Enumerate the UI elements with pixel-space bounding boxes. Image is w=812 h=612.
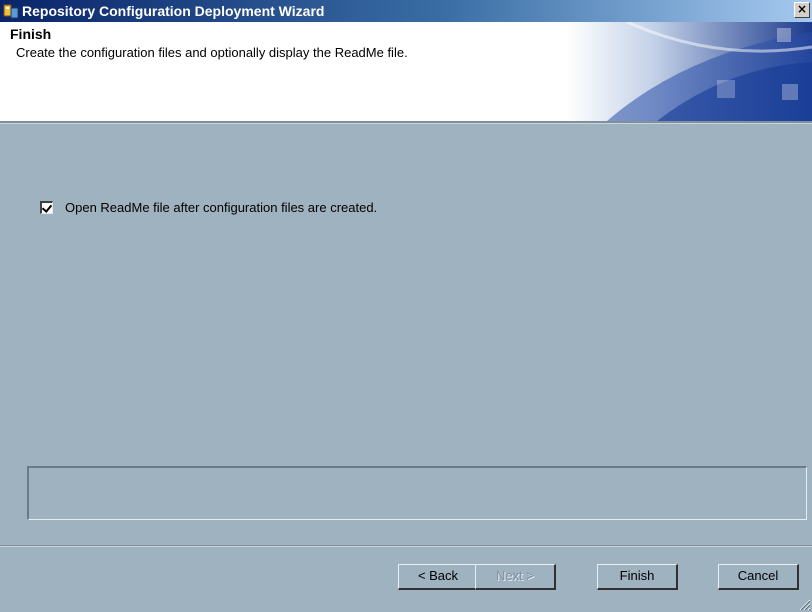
wizard-header: Finish Create the configuration files an… — [0, 22, 812, 121]
page-title: Finish — [10, 26, 52, 42]
open-readme-label[interactable]: Open ReadMe file after configuration fil… — [65, 200, 377, 215]
wizard-app-icon — [3, 3, 19, 19]
back-button[interactable]: < Back — [398, 564, 479, 590]
open-readme-checkbox[interactable] — [40, 201, 53, 214]
header-divider — [0, 121, 812, 124]
close-icon: × — [796, 2, 808, 16]
finish-button[interactable]: Finish — [597, 564, 678, 590]
next-button[interactable]: Next > — [475, 564, 556, 590]
cancel-button[interactable]: Cancel — [718, 564, 799, 590]
close-button[interactable]: × — [794, 2, 810, 18]
window-title: Repository Configuration Deployment Wiza… — [22, 3, 325, 19]
resize-grip-icon[interactable] — [799, 599, 811, 611]
title-bar: Repository Configuration Deployment Wiza… — [0, 0, 812, 22]
page-subtitle: Create the configuration files and optio… — [16, 45, 408, 60]
footer-divider — [0, 545, 812, 547]
header-banner-graphic — [567, 22, 812, 121]
checkmark-icon — [41, 202, 53, 213]
status-panel — [27, 466, 807, 520]
